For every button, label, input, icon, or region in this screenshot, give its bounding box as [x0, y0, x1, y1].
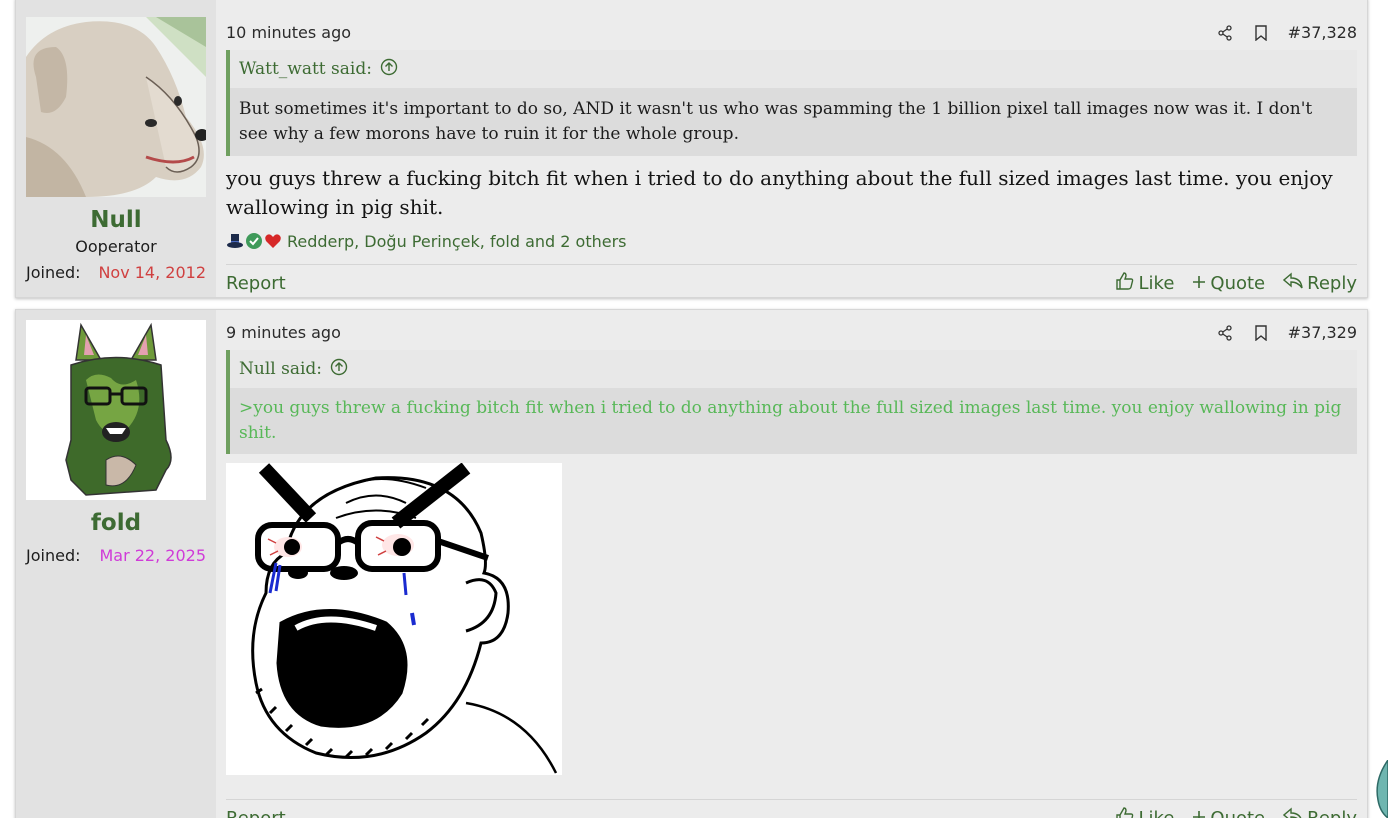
top-hat-icon — [226, 232, 244, 250]
quote-header: Watt_watt said: — [230, 50, 1357, 88]
quote-block: Null said: >you guys threw a fucking bit… — [226, 350, 1357, 454]
post-message: you guys threw a fucking bitch fit when … — [226, 166, 1333, 219]
post-timestamp[interactable]: 10 minutes ago — [226, 23, 351, 42]
bookmark-icon[interactable] — [1252, 24, 1270, 42]
user-info: fold Joined: Mar 22, 2025 — [16, 310, 216, 818]
avatar[interactable] — [26, 320, 206, 500]
reply-label: Reply — [1307, 272, 1357, 294]
quote-label: Quote — [1210, 807, 1266, 818]
joined-label: Joined: — [26, 546, 81, 565]
reaction-users[interactable]: Redderp, Doğu Perinçek, fold and 2 other… — [287, 232, 626, 251]
post-footer: Report Like Quote Reply — [226, 265, 1357, 301]
report-button[interactable]: Report — [226, 808, 286, 818]
joined-date: Mar 22, 2025 — [99, 546, 206, 565]
post-header: 9 minutes ago #37,329 — [226, 320, 1357, 342]
plus-icon — [1192, 808, 1206, 818]
decorative-corner-image — [1370, 760, 1388, 818]
plus-icon — [1192, 273, 1206, 294]
quote-button[interactable]: Quote — [1192, 808, 1265, 818]
avatar[interactable] — [26, 17, 206, 197]
joined-date: Nov 14, 2012 — [98, 263, 206, 282]
quote-label: Quote — [1210, 272, 1266, 294]
check-icon — [245, 232, 263, 250]
reactions-bar[interactable]: Redderp, Doğu Perinçek, fold and 2 other… — [226, 230, 1357, 252]
quote-button[interactable]: Quote — [1192, 273, 1265, 294]
heart-icon — [264, 232, 282, 250]
joined-label: Joined: — [26, 263, 81, 282]
joined-row: Joined: Mar 22, 2025 — [26, 546, 206, 565]
post-content: 10 minutes ago #37,328 Watt_watt said: B… — [216, 0, 1367, 297]
quote-greentext: >you guys threw a fucking bitch fit when… — [230, 388, 1357, 454]
reply-icon — [1283, 806, 1303, 818]
like-label: Like — [1138, 807, 1175, 818]
share-icon[interactable] — [1216, 24, 1234, 42]
like-label: Like — [1138, 272, 1175, 294]
like-button[interactable]: Like — [1115, 806, 1175, 818]
post-37328: Null Ooperator Joined: Nov 14, 2012 10 m… — [15, 0, 1368, 298]
post-number[interactable]: #37,328 — [1288, 23, 1357, 42]
thumbs-up-icon — [1115, 806, 1135, 818]
bookmark-icon[interactable] — [1252, 324, 1270, 342]
reply-label: Reply — [1307, 807, 1357, 818]
post-header: 10 minutes ago #37,328 — [226, 14, 1357, 42]
post-footer: Report Like Quote Reply — [226, 800, 1357, 818]
jump-to-quote-icon[interactable] — [330, 358, 348, 381]
attachment-image[interactable] — [226, 462, 562, 775]
jump-to-quote-icon[interactable] — [380, 58, 398, 81]
reply-button[interactable]: Reply — [1283, 806, 1357, 818]
quote-author[interactable]: Null said: — [239, 359, 322, 379]
quote-text: But sometimes it's important to do so, A… — [230, 88, 1357, 156]
username[interactable]: Null — [26, 207, 206, 235]
reply-button[interactable]: Reply — [1283, 271, 1357, 295]
post-content: 9 minutes ago #37,329 Null said: >you gu… — [216, 310, 1367, 818]
thumbs-up-icon — [1115, 271, 1135, 296]
username[interactable]: fold — [26, 510, 206, 538]
like-button[interactable]: Like — [1115, 271, 1175, 296]
quote-author[interactable]: Watt_watt said: — [239, 59, 372, 79]
post-timestamp[interactable]: 9 minutes ago — [226, 323, 341, 342]
user-title: Ooperator — [75, 237, 157, 256]
post-37329: fold Joined: Mar 22, 2025 9 minutes ago … — [15, 309, 1368, 818]
quote-header: Null said: — [230, 350, 1357, 388]
quote-block: Watt_watt said: But sometimes it's impor… — [226, 50, 1357, 156]
report-button[interactable]: Report — [226, 273, 286, 294]
joined-row: Joined: Nov 14, 2012 — [26, 263, 206, 282]
post-number[interactable]: #37,329 — [1288, 323, 1357, 342]
reply-icon — [1283, 271, 1303, 295]
user-info: Null Ooperator Joined: Nov 14, 2012 — [16, 0, 216, 297]
share-icon[interactable] — [1216, 324, 1234, 342]
